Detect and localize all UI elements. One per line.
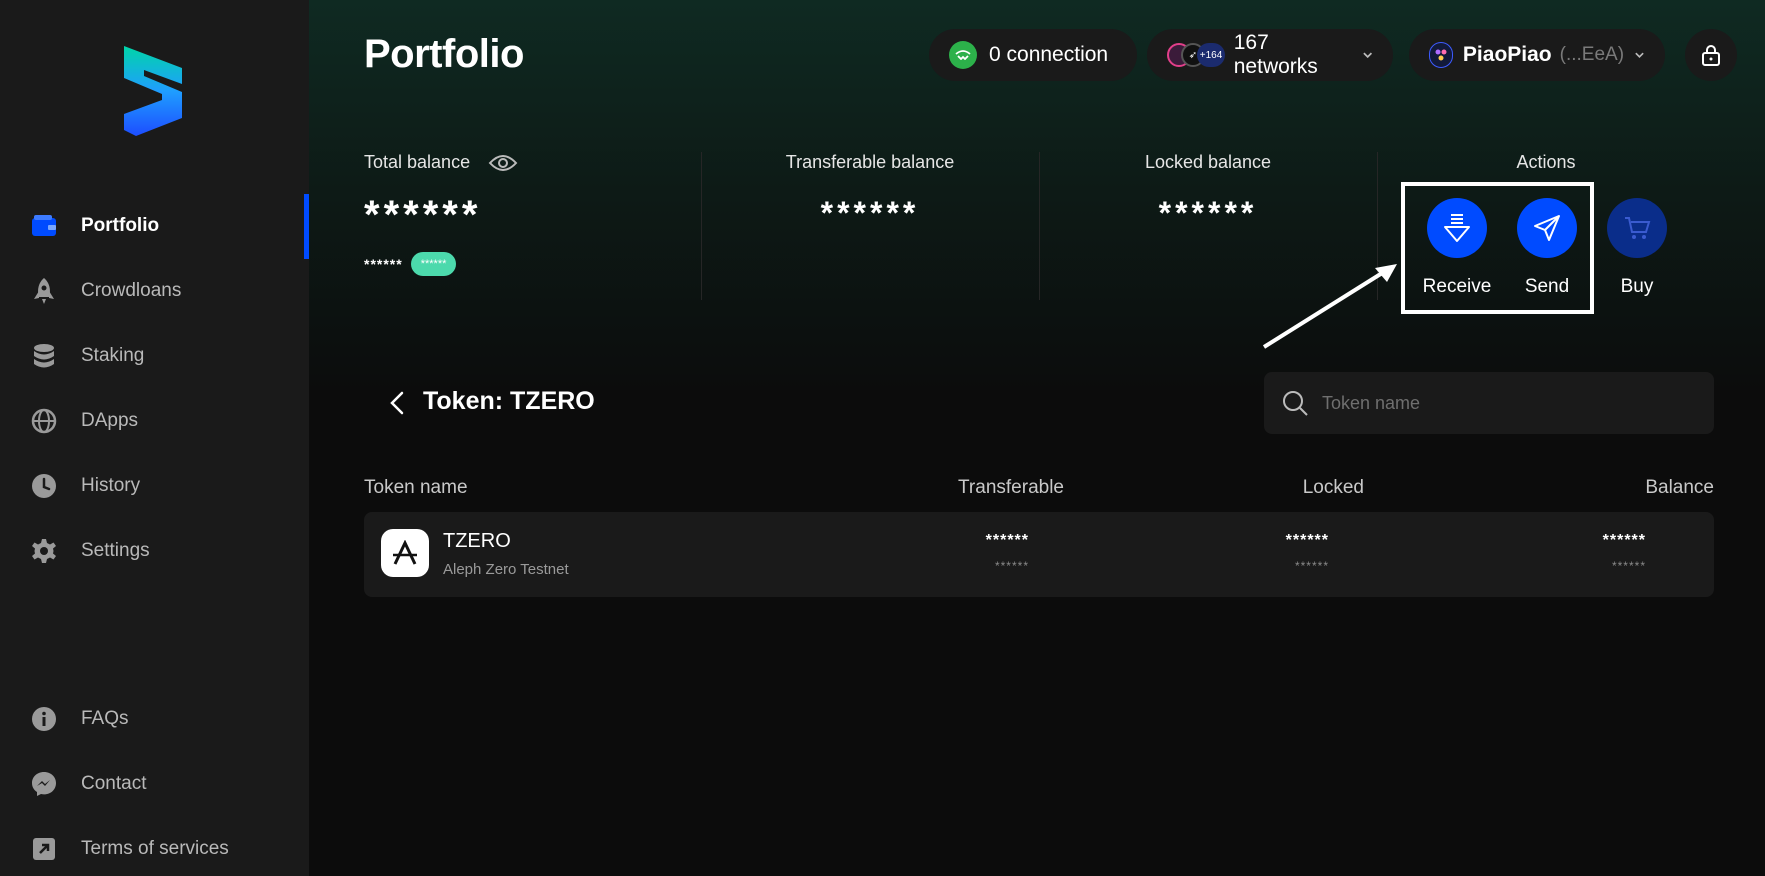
account-name: PiaoPiao: [1462, 43, 1552, 66]
sidebar-item-label: Crowdloans: [81, 280, 182, 301]
main-content: Portfolio 0 connection ➶ +164 167 networ…: [309, 0, 1765, 876]
account-selector[interactable]: PiaoPiao (...EeA): [1409, 29, 1665, 81]
cart-icon: [1625, 217, 1651, 239]
messenger-icon: [30, 770, 58, 798]
sidebar-item-label: FAQs: [81, 708, 129, 729]
sidebar-item-terms[interactable]: Terms of services: [0, 821, 309, 876]
column-header-token-name: Token name: [364, 477, 468, 498]
database-icon: [30, 342, 58, 370]
network-icons: ➶ +164: [1167, 43, 1225, 67]
sidebar-item-label: DApps: [81, 410, 139, 431]
walletconnect-icon: [949, 41, 977, 69]
transferable-balance-section: Transferable balance ******: [701, 152, 1039, 300]
total-balance-value: ******: [364, 193, 482, 237]
sidebar-item-dapps[interactable]: DApps: [0, 393, 309, 449]
transferable-balance-label: Transferable balance: [785, 152, 955, 172]
total-balance-label: Total balance: [364, 152, 471, 172]
info-icon: [30, 705, 58, 733]
wallet-icon: [30, 212, 58, 240]
sidebar-item-label: History: [81, 475, 141, 496]
sidebar-item-history[interactable]: History: [0, 458, 309, 514]
buy-button[interactable]: Buy: [1607, 198, 1667, 297]
column-header-balance: Balance: [1645, 477, 1714, 498]
column-header-transferable: Transferable: [958, 477, 1064, 498]
sidebar-item-staking[interactable]: Staking: [0, 328, 309, 384]
token-search[interactable]: [1264, 372, 1714, 434]
sidebar-item-label: Portfolio: [81, 215, 160, 236]
token-symbol: TZERO: [443, 530, 511, 552]
rocket-icon: [30, 277, 58, 305]
token-network: Aleph Zero Testnet: [443, 561, 569, 578]
lock-icon: [1702, 45, 1720, 66]
sidebar-item-label: Contact: [81, 773, 147, 794]
locked-sub-value: ******: [1294, 559, 1329, 573]
total-balance-section: Total balance ****** ****** ******: [364, 152, 664, 300]
transferable-sub-value: ******: [994, 559, 1029, 573]
transferable-balance-value: ******: [820, 195, 920, 231]
sidebar-item-crowdloans[interactable]: Crowdloans: [0, 263, 309, 319]
buy-label: Buy: [1620, 276, 1654, 297]
clock-icon: [30, 472, 58, 500]
globe-icon: [30, 407, 58, 435]
external-link-icon: [30, 835, 58, 863]
sidebar-item-settings[interactable]: Settings: [0, 523, 309, 579]
gear-icon: [30, 537, 58, 565]
column-header-locked: Locked: [1302, 477, 1364, 498]
chevron-down-icon: [1635, 52, 1644, 58]
sidebar-item-label: Settings: [81, 540, 150, 561]
account-avatar: [1429, 42, 1453, 68]
networks-selector[interactable]: ➶ +164 167 networks: [1147, 29, 1393, 81]
locked-balance-value: ******: [1158, 195, 1258, 231]
total-balance-sub-value: ******: [364, 256, 403, 272]
page-title: Portfolio: [364, 32, 524, 76]
subwallet-logo[interactable]: [122, 46, 184, 136]
networks-label: 167 networks: [1233, 31, 1318, 78]
locked-balance-label: Locked balance: [1144, 152, 1272, 172]
sidebar-item-label: Staking: [81, 345, 145, 366]
actions-label: Actions: [1516, 152, 1576, 172]
sidebar-item-portfolio[interactable]: Portfolio: [0, 194, 309, 259]
back-chevron-icon[interactable]: [386, 390, 410, 416]
sidebar-item-faqs[interactable]: FAQs: [0, 691, 309, 747]
annotation-highlight-box: [1401, 182, 1594, 314]
sidebar-item-contact[interactable]: Contact: [0, 756, 309, 812]
search-icon: [1283, 391, 1308, 416]
connection-button[interactable]: 0 connection: [929, 29, 1137, 81]
connection-label: 0 connection: [989, 43, 1109, 66]
aleph-zero-logo-icon: [381, 529, 429, 577]
transferable-value: ******: [985, 532, 1029, 549]
eye-icon[interactable]: [488, 153, 518, 173]
table-row[interactable]: TZERO Aleph Zero Testnet ****** ****** *…: [364, 512, 1714, 597]
annotation-arrow: [1262, 264, 1397, 349]
locked-value: ******: [1285, 532, 1329, 549]
balance-sub-value: ******: [1611, 559, 1646, 573]
token-title: Token: TZERO: [423, 387, 595, 415]
chevron-down-icon: [1362, 52, 1372, 59]
account-address: (...EeA): [1559, 44, 1625, 65]
balance-change-badge: ******: [410, 252, 457, 276]
sidebar-item-label: Terms of services: [81, 838, 229, 859]
networks-more-badge: +164: [1197, 43, 1225, 67]
balance-value: ******: [1602, 532, 1646, 549]
search-input[interactable]: [1322, 392, 1702, 414]
sidebar: Portfolio Crowdloans Staking DApps Histo…: [0, 0, 309, 876]
lock-wallet-button[interactable]: [1685, 29, 1737, 81]
